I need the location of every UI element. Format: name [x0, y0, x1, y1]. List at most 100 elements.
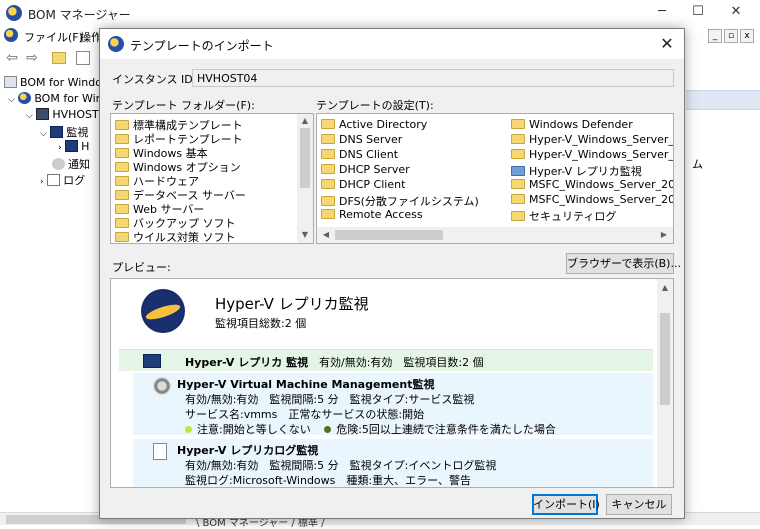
scroll-up-icon[interactable]: ▲	[658, 283, 672, 292]
template-label: Active Directory	[339, 118, 428, 131]
template-item[interactable]: MSFC_Windows_Server_2022	[511, 193, 674, 206]
scroll-up-icon[interactable]: ▲	[298, 116, 312, 125]
collapsed-chevron-icon[interactable]: ›	[58, 143, 62, 153]
dialog-close-icon[interactable]: ✕	[656, 34, 678, 54]
instance-id-label: インスタンス ID:	[112, 73, 197, 86]
template-label: Hyper-V_Windows_Server_2016	[529, 133, 674, 146]
preview-title: Hyper-V レプリカ監視	[215, 295, 369, 313]
template-item[interactable]: DNS Server	[321, 133, 402, 146]
template-item[interactable]: Windows Defender	[511, 118, 633, 131]
template-folder-label: テンプレート フォルダー(F):	[112, 99, 255, 112]
import-button[interactable]: インポート(I)	[532, 494, 600, 515]
scroll-thumb[interactable]	[660, 313, 670, 405]
folder-icon	[115, 120, 129, 130]
template-item[interactable]: DHCP Client	[321, 178, 405, 191]
preview-item-service: Hyper-V Virtual Machine Management監視 有効/…	[133, 373, 653, 436]
expand-chevron-icon[interactable]: ⌵	[26, 111, 33, 121]
warning-text: 注意:開始と等しくない	[197, 423, 311, 436]
template-label: セキュリティログ	[529, 210, 617, 223]
tree-node-notify[interactable]: 通知	[52, 156, 90, 172]
template-label: Windows Defender	[529, 118, 633, 131]
template-label: Remote Access	[339, 208, 423, 221]
back-arrow-icon[interactable]: ⇦	[4, 50, 20, 66]
group-icon	[65, 140, 79, 152]
template-item[interactable]: Hyper-V_Windows_Server_2019_2	[511, 148, 673, 161]
group-name: Hyper-V レプリカ 監視	[185, 356, 309, 369]
folder-icon	[321, 209, 335, 219]
folder-icon	[115, 232, 129, 242]
bom-app-icon	[108, 36, 124, 52]
template-label: DHCP Client	[339, 178, 406, 191]
scroll-thumb[interactable]	[300, 128, 310, 188]
preview-item-eventlog: Hyper-V レプリカログ監視 有効/無効:有効 監視間隔:5 分 監視タイプ…	[133, 439, 653, 487]
mdi-close-icon[interactable]: x	[740, 29, 754, 43]
item-name: Hyper-V レプリカログ監視	[177, 444, 319, 457]
cancel-button[interactable]: キャンセル	[606, 494, 672, 515]
template-item-selected[interactable]: Hyper-V レプリカ監視	[511, 163, 642, 179]
right-panel-header	[686, 90, 760, 110]
expand-chevron-icon[interactable]: ⌵	[8, 95, 15, 105]
template-folder-list[interactable]: 標準構成テンプレート レポートテンプレート Windows 基本 Windows…	[110, 113, 314, 244]
bom-icon	[18, 92, 32, 104]
mdi-minimize-icon[interactable]: _	[708, 29, 722, 43]
folder-icon	[115, 134, 129, 144]
folder-icon	[321, 179, 335, 189]
folder-item[interactable]: ウイルス対策 ソフト	[115, 229, 236, 244]
dialog-title: テンプレートのインポート	[130, 39, 274, 53]
item-detail: 有効/無効:有効 監視間隔:5 分 監視タイプ:イベントログ監視	[185, 459, 497, 472]
tree-node-host[interactable]: ⌵ HVHOST	[26, 108, 99, 121]
minimize-icon[interactable]: ─	[652, 4, 672, 20]
folder-list-scrollbar[interactable]: ▲ ▼	[297, 114, 313, 243]
expand-chevron-icon[interactable]: ⌵	[40, 129, 47, 139]
template-settings-label: テンプレートの設定(T):	[316, 99, 434, 112]
collapsed-chevron-icon[interactable]: ›	[40, 177, 44, 187]
template-item[interactable]: Hyper-V_Windows_Server_2016	[511, 133, 674, 146]
template-item[interactable]: セキュリティログ	[511, 208, 616, 224]
template-item[interactable]: Remote Access	[321, 208, 423, 221]
folder-up-icon[interactable]	[52, 52, 66, 64]
scroll-thumb[interactable]	[335, 230, 443, 240]
tree-node-h[interactable]: › H	[58, 140, 89, 153]
template-item[interactable]: Active Directory	[321, 118, 427, 131]
preview-scrollbar[interactable]: ▲	[657, 279, 673, 487]
template-item[interactable]: DHCP Server	[321, 163, 410, 176]
forward-arrow-icon[interactable]: ⇨	[24, 50, 40, 66]
item-name: Hyper-V Virtual Machine Management監視	[177, 378, 435, 391]
show-in-browser-button[interactable]: ブラウザーで表示(B)...	[566, 253, 681, 274]
close-icon[interactable]: ✕	[726, 4, 746, 20]
tree-node-root[interactable]: BOM for Windo	[4, 76, 102, 89]
folder-label: ウイルス対策 ソフト	[133, 231, 236, 244]
template-item[interactable]: DFS(分散ファイルシステム)	[321, 193, 479, 209]
preview-label: プレビュー:	[112, 261, 171, 274]
menu-file[interactable]: ファイル(F)	[24, 29, 83, 45]
scroll-left-icon[interactable]: ◀	[319, 230, 333, 239]
warning-dot-icon	[185, 426, 192, 433]
scroll-down-icon[interactable]: ▼	[298, 230, 312, 239]
instance-id-field[interactable]: HVHOST04	[192, 69, 674, 87]
dialog-titlebar: テンプレートのインポート ✕	[100, 29, 684, 59]
tree-node-log[interactable]: › ログ	[40, 172, 85, 188]
tree-node-bom[interactable]: ⌵ BOM for Wir	[8, 92, 100, 105]
right-panel-text: ム	[692, 158, 703, 171]
item-detail: 監視ログ:Microsoft-Windows 種類:重大、エラー、警告	[185, 474, 471, 487]
template-item[interactable]: DNS Client	[321, 148, 398, 161]
maximize-icon[interactable]: ☐	[688, 4, 708, 20]
gears-icon	[153, 377, 171, 395]
mdi-restore-icon[interactable]: ▫	[724, 29, 738, 43]
tree-node-monitor[interactable]: ⌵ 監視	[40, 124, 88, 140]
template-label: DNS Server	[339, 133, 403, 146]
item-detail: 有効/無効:有効 監視間隔:5 分 監視タイプ:サービス監視	[185, 393, 475, 406]
template-label: MSFC_Windows_Server_2022	[529, 193, 674, 206]
mdi-window-buttons: _ ▫ x	[706, 28, 760, 44]
scroll-right-icon[interactable]: ▶	[657, 230, 671, 239]
template-label: MSFC_Windows_Server_2016	[529, 178, 674, 191]
template-item[interactable]: MSFC_Windows_Server_2016	[511, 178, 674, 191]
template-list-hscrollbar[interactable]: ◀ ▶	[317, 227, 673, 243]
preview-subtitle: 監視項目総数:2 個	[215, 317, 307, 330]
import-template-dialog: テンプレートのインポート ✕ インスタンス ID: HVHOST04 テンプレー…	[99, 28, 685, 519]
folder-icon	[321, 149, 335, 159]
folder-icon	[115, 148, 129, 158]
template-settings-list[interactable]: Active Directory DNS Server DNS Client D…	[316, 113, 674, 244]
folder-icon	[321, 134, 335, 144]
panel-icon[interactable]	[76, 51, 90, 65]
